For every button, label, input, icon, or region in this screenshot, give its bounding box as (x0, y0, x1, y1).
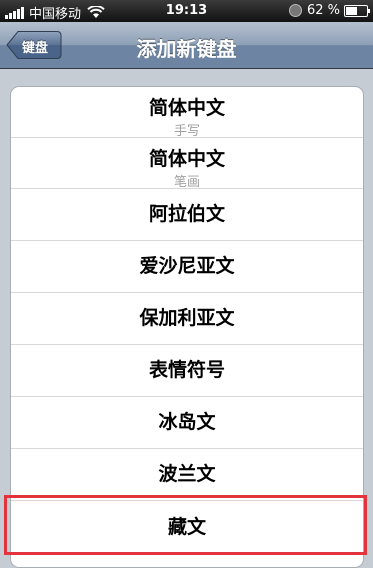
list-item[interactable]: 波兰文 (11, 449, 363, 501)
list-item[interactable]: 简体中文 笔画 (11, 138, 363, 190)
list-item-label: 表情符号 (148, 359, 225, 381)
list-item[interactable]: 简体中文 手写 (11, 87, 363, 139)
list-item-label: 阿拉伯文 (148, 203, 225, 225)
list-item-label: 冰岛文 (158, 411, 216, 433)
list-item-sublabel: 笔画 (173, 175, 200, 190)
status-bar: 中国移动 19:13 62 % (0, 0, 373, 22)
list-item-label: 爱沙尼亚文 (139, 255, 235, 277)
list-item[interactable]: 爱沙尼亚文 (11, 241, 363, 293)
list-item-label: 简体中文 (148, 97, 225, 119)
list-item-label: 简体中文 (148, 148, 225, 170)
rotation-lock-icon (288, 4, 302, 17)
list-item[interactable]: 冰岛文 (11, 397, 363, 449)
list-item-sublabel: 手写 (173, 124, 200, 139)
page-title: 添加新键盘 (136, 37, 237, 61)
battery-percent: 62 % (306, 3, 340, 18)
list-item[interactable]: 阿拉伯文 (11, 189, 363, 241)
battery-icon (344, 4, 370, 17)
list-item[interactable]: 保加利亚文 (11, 293, 363, 345)
list-item-label: 保加利亚文 (139, 307, 235, 329)
list-item-label: 波兰文 (158, 463, 216, 485)
highlight-box (4, 495, 367, 555)
list-item[interactable]: 表情符号 (11, 345, 363, 397)
navigation-bar: 键盘 添加新键盘 (0, 22, 373, 69)
